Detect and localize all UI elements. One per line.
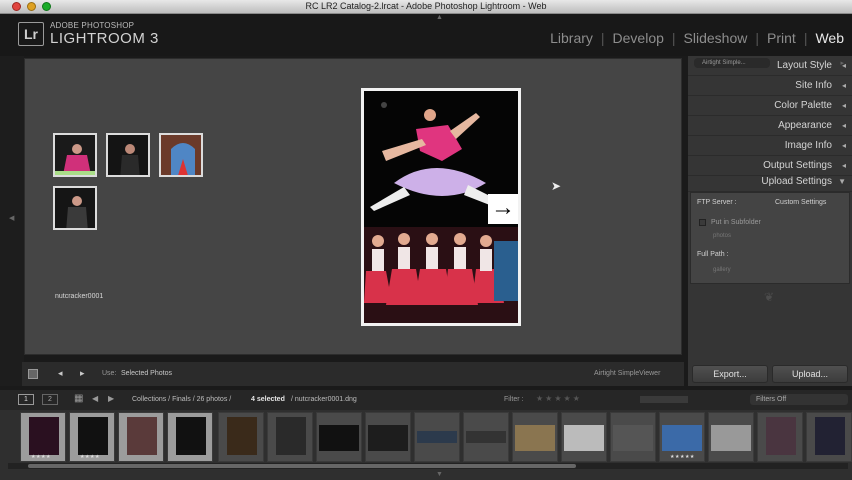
current-file: / nutcracker0001.dng [291, 396, 357, 403]
use-select[interactable]: Selected Photos [121, 370, 172, 377]
section-appearance[interactable]: Appearance ◂ [688, 116, 852, 136]
mouse-cursor-icon: ➤ [551, 179, 562, 193]
module-picker: Library | Develop | Slideshow | Print | … [542, 30, 852, 46]
filmstrip: ★★★★ ★★★★ ★★★★★ [0, 410, 852, 480]
filmstrip-thumb[interactable] [512, 412, 558, 462]
filmstrip-thumb[interactable] [218, 412, 264, 462]
left-panel-collapsed: ◀ [0, 56, 24, 386]
module-slideshow[interactable]: Slideshow [676, 30, 756, 46]
upload-settings-panel: FTP Server : Custom Settings Put in Subf… [690, 192, 850, 284]
gallery-thumb[interactable] [53, 186, 97, 230]
subfolder-field[interactable]: photos [713, 233, 731, 239]
filmstrip-thumb[interactable] [610, 412, 656, 462]
forward-icon[interactable]: ▶ [108, 394, 114, 403]
filmstrip-header: 1 2 ▦ ◀ ▶ Collections / Finals / 26 phot… [0, 390, 852, 410]
section-site-info[interactable]: Site Info ◂ [688, 76, 852, 96]
filmstrip-thumb[interactable] [316, 412, 362, 462]
filmstrip-thumb[interactable] [757, 412, 803, 462]
window-titlebar: RC LR2 Catalog-2.lrcat - Adobe Photoshop… [0, 0, 852, 14]
previous-icon[interactable]: ◂ [58, 368, 63, 379]
collapse-top-panel-icon[interactable]: ▲ [436, 14, 443, 21]
filmstrip-thumb[interactable]: ★★★★ [69, 412, 115, 462]
identity-plate-bar: Lr ADOBE PHOTOSHOP LIGHTROOM 3 Library |… [0, 14, 852, 56]
filmstrip-thumb[interactable] [561, 412, 607, 462]
brand-product: LIGHTROOM 3 [50, 30, 159, 47]
expand-arrow-icon: ◂ [841, 141, 846, 150]
filmstrip-thumb[interactable] [414, 412, 460, 462]
filmstrip-thumb[interactable] [806, 412, 852, 462]
module-web[interactable]: Web [807, 30, 852, 46]
lightroom-logo: Lr [18, 22, 44, 46]
module-print[interactable]: Print [759, 30, 804, 46]
collapse-filmstrip-icon[interactable]: ▼ [436, 471, 443, 478]
section-color-palette[interactable]: Color Palette ◂ [688, 96, 852, 116]
back-icon[interactable]: ◀ [92, 394, 98, 403]
filmstrip-scrollbar[interactable] [8, 463, 848, 469]
section-layout-style[interactable]: Layout Style ◂ [688, 56, 852, 76]
scrollbar-thumb[interactable] [28, 464, 576, 468]
full-path-value: gallery [713, 267, 731, 273]
large-photo-preview[interactable]: → [361, 88, 521, 326]
filmstrip-thumb[interactable] [365, 412, 411, 462]
next-icon[interactable]: ▸ [80, 368, 85, 379]
expand-arrow-icon: ◂ [841, 81, 846, 90]
gallery-thumb[interactable] [53, 133, 97, 177]
preview-toolbar: ◂ ▸ Use: Selected Photos Airtight Simple… [22, 362, 684, 386]
grid-icon[interactable]: ▦ [74, 393, 83, 404]
web-gallery-preview: nutcracker0001 → ➤ [24, 58, 682, 355]
template-name: Airtight SimpleViewer [594, 370, 661, 377]
filmstrip-thumb[interactable] [167, 412, 213, 462]
expand-arrow-icon: ◂ [841, 61, 846, 70]
expand-left-panel-icon[interactable]: ◀ [9, 214, 14, 222]
panel-end-ornament: ❦ [763, 290, 775, 304]
filmstrip-thumb[interactable] [118, 412, 164, 462]
filter-label: Filter : [504, 396, 524, 403]
brand-company: ADOBE PHOTOSHOP [50, 21, 135, 30]
photo-caption: nutcracker0001 [55, 293, 104, 300]
filmstrip-thumb[interactable] [267, 412, 313, 462]
page-2-button[interactable]: 2 [42, 394, 58, 405]
section-upload-settings[interactable]: Upload Settings ▼ [688, 172, 852, 192]
export-button[interactable]: Export... [692, 365, 768, 383]
collection-path: Collections / Finals / 26 photos / [132, 396, 232, 403]
next-arrow-icon[interactable]: → [488, 194, 518, 224]
gallery-thumb[interactable] [106, 133, 150, 177]
collapse-arrow-icon: ▼ [838, 177, 846, 186]
rating-filter-stars[interactable]: ★★★★★ [536, 394, 582, 403]
window-title: RC LR2 Catalog-2.lrcat - Adobe Photoshop… [305, 1, 547, 11]
filters-off-select[interactable]: Filters Off [750, 394, 848, 405]
expand-arrow-icon: ◂ [841, 121, 846, 130]
color-label-filter[interactable] [640, 396, 688, 403]
filmstrip-thumb[interactable] [463, 412, 509, 462]
filmstrip-thumb[interactable]: ★★★★ [20, 412, 66, 462]
right-panel: Airtight Simple... ▸ Layout Style ◂ Site … [688, 56, 852, 386]
section-image-info[interactable]: Image Info ◂ [688, 136, 852, 156]
page-1-button[interactable]: 1 [18, 394, 34, 405]
ftp-server-select[interactable]: Custom Settings [775, 199, 826, 206]
upload-button[interactable]: Upload... [772, 365, 848, 383]
selected-count: 4 selected [251, 396, 285, 403]
stop-icon[interactable] [28, 369, 38, 379]
filmstrip-thumb[interactable]: ★★★★★ [659, 412, 705, 462]
ftp-server-label: FTP Server : [697, 199, 737, 206]
expand-arrow-icon: ◂ [841, 101, 846, 110]
module-develop[interactable]: Develop [605, 30, 672, 46]
filmstrip-thumb[interactable] [708, 412, 754, 462]
use-label: Use: [102, 370, 117, 377]
gallery-thumb[interactable] [159, 133, 203, 177]
module-library[interactable]: Library [542, 30, 601, 46]
put-in-subfolder-checkbox[interactable] [699, 219, 706, 226]
subfolder-label: Put in Subfolder [711, 219, 761, 226]
full-path-label: Full Path : [697, 251, 729, 258]
